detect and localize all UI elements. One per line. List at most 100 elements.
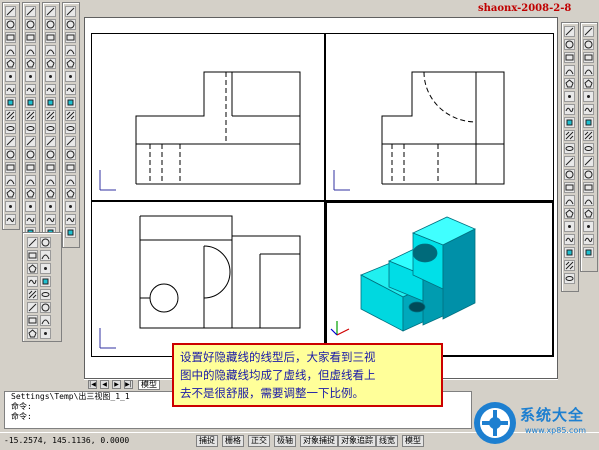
tool-poly-icon[interactable] <box>564 208 575 219</box>
tool-rect-icon[interactable] <box>583 182 594 193</box>
tool-circle-icon[interactable] <box>40 302 51 313</box>
tool-circle-icon[interactable] <box>564 39 575 50</box>
tool-hatch-icon[interactable] <box>27 289 38 300</box>
tool-curve-icon[interactable] <box>25 214 36 225</box>
tool-arc-icon[interactable] <box>564 195 575 206</box>
ortho-toggle[interactable]: 正交 <box>248 435 270 447</box>
tab-nav-next[interactable]: ▶ <box>112 380 121 389</box>
tool-rect-icon[interactable] <box>27 250 38 261</box>
tool-poly-icon[interactable] <box>25 188 36 199</box>
tool-rect-icon[interactable] <box>5 162 16 173</box>
tool-line-icon[interactable] <box>45 136 56 147</box>
tool-circle-icon[interactable] <box>5 19 16 30</box>
tool-curve-icon[interactable] <box>45 214 56 225</box>
tool-poly-icon[interactable] <box>45 58 56 69</box>
tool-arc-icon[interactable] <box>25 45 36 56</box>
tool-poly-icon[interactable] <box>45 188 56 199</box>
tool-arc-icon[interactable] <box>45 175 56 186</box>
tool-circle-icon[interactable] <box>25 149 36 160</box>
tool-circle-icon[interactable] <box>564 169 575 180</box>
tool-rect-icon[interactable] <box>564 52 575 63</box>
tool-circle-icon[interactable] <box>45 19 56 30</box>
tool-line-icon[interactable] <box>564 26 575 37</box>
viewport-iso[interactable] <box>325 201 554 357</box>
tool-curve-icon[interactable] <box>564 234 575 245</box>
tool-box-icon[interactable] <box>564 117 575 128</box>
tool-curve-icon[interactable] <box>583 234 594 245</box>
tool-dot-icon[interactable] <box>564 221 575 232</box>
tool-line-icon[interactable] <box>5 136 16 147</box>
tool-circle-icon[interactable] <box>40 237 51 248</box>
tool-box-icon[interactable] <box>564 247 575 258</box>
tool-dot-icon[interactable] <box>45 201 56 212</box>
tab-nav-first[interactable]: |◀ <box>88 380 97 389</box>
tool-line-icon[interactable] <box>5 6 16 17</box>
tool-hatch-icon[interactable] <box>65 110 76 121</box>
tool-poly-icon[interactable] <box>27 328 38 339</box>
tab-model[interactable]: 模型 <box>138 380 160 390</box>
tool-rect-icon[interactable] <box>5 32 16 43</box>
tool-curve-icon[interactable] <box>45 84 56 95</box>
tool-poly-icon[interactable] <box>564 78 575 89</box>
tool-curve-icon[interactable] <box>65 214 76 225</box>
tool-line-icon[interactable] <box>583 156 594 167</box>
tool-arc-icon[interactable] <box>583 65 594 76</box>
tool-circle-icon[interactable] <box>65 19 76 30</box>
tool-line-icon[interactable] <box>65 6 76 17</box>
tool-poly-icon[interactable] <box>27 263 38 274</box>
tool-line-icon[interactable] <box>45 6 56 17</box>
tool-line-icon[interactable] <box>27 302 38 313</box>
tab-nav-last[interactable]: ▶| <box>124 380 133 389</box>
tool-box-icon[interactable] <box>65 97 76 108</box>
command-line-3[interactable]: 命令: <box>11 412 471 422</box>
tool-poly-icon[interactable] <box>583 208 594 219</box>
lineweight-toggle[interactable]: 线宽 <box>376 435 398 447</box>
tool-arc-icon[interactable] <box>5 45 16 56</box>
tool-ell-icon[interactable] <box>40 289 51 300</box>
tool-arc-icon[interactable] <box>65 45 76 56</box>
tool-hatch-icon[interactable] <box>45 110 56 121</box>
tool-line-icon[interactable] <box>25 136 36 147</box>
tool-arc-icon[interactable] <box>5 175 16 186</box>
tool-box-icon[interactable] <box>65 227 76 238</box>
tool-rect-icon[interactable] <box>27 315 38 326</box>
tool-box-icon[interactable] <box>583 247 594 258</box>
tool-ell-icon[interactable] <box>25 123 36 134</box>
osnap-toggle[interactable]: 对象捕捉 <box>300 435 338 447</box>
tool-poly-icon[interactable] <box>25 58 36 69</box>
tool-dot-icon[interactable] <box>5 201 16 212</box>
tool-box-icon[interactable] <box>25 97 36 108</box>
tool-dot-icon[interactable] <box>5 71 16 82</box>
tool-curve-icon[interactable] <box>564 104 575 115</box>
tool-dot-icon[interactable] <box>25 201 36 212</box>
tool-dot-icon[interactable] <box>40 263 51 274</box>
tool-arc-icon[interactable] <box>40 250 51 261</box>
tool-box-icon[interactable] <box>5 97 16 108</box>
tool-curve-icon[interactable] <box>27 276 38 287</box>
tab-nav-prev[interactable]: ◀ <box>100 380 109 389</box>
tool-ell-icon[interactable] <box>65 123 76 134</box>
tool-line-icon[interactable] <box>27 237 38 248</box>
tool-box-icon[interactable] <box>45 97 56 108</box>
tool-rect-icon[interactable] <box>25 162 36 173</box>
tool-dot-icon[interactable] <box>40 328 51 339</box>
tool-line-icon[interactable] <box>25 6 36 17</box>
tool-curve-icon[interactable] <box>65 84 76 95</box>
tool-ell-icon[interactable] <box>583 143 594 154</box>
tool-arc-icon[interactable] <box>40 315 51 326</box>
tool-arc-icon[interactable] <box>25 175 36 186</box>
tool-circle-icon[interactable] <box>45 149 56 160</box>
tool-hatch-icon[interactable] <box>5 110 16 121</box>
tool-poly-icon[interactable] <box>583 78 594 89</box>
tool-dot-icon[interactable] <box>583 221 594 232</box>
tool-arc-icon[interactable] <box>65 175 76 186</box>
tool-line-icon[interactable] <box>65 136 76 147</box>
tool-poly-icon[interactable] <box>5 58 16 69</box>
tool-line-icon[interactable] <box>564 156 575 167</box>
tool-curve-icon[interactable] <box>5 84 16 95</box>
tool-curve-icon[interactable] <box>25 84 36 95</box>
polar-toggle[interactable]: 极轴 <box>274 435 296 447</box>
tool-hatch-icon[interactable] <box>564 260 575 271</box>
tool-dot-icon[interactable] <box>564 91 575 102</box>
tool-rect-icon[interactable] <box>564 182 575 193</box>
